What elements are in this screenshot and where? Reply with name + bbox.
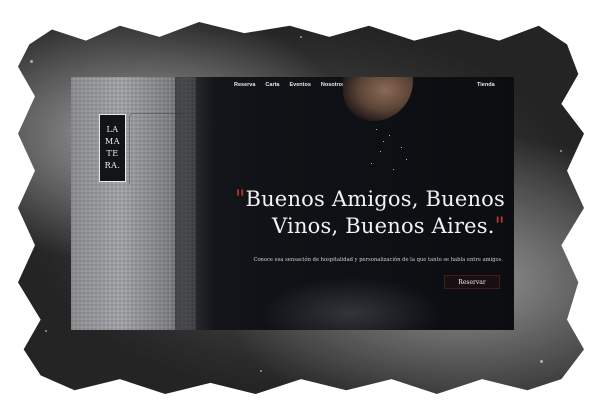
salt-grain: [401, 147, 402, 148]
headline-line-1: Buenos Amigos, Buenos: [245, 187, 505, 211]
nav-item-carta[interactable]: Carta: [265, 82, 279, 88]
salt-grain: [406, 159, 407, 160]
salt-grain: [393, 169, 394, 170]
salt-grain: [380, 151, 381, 152]
grunge-speck: [300, 36, 302, 38]
salt-grain: [383, 141, 384, 142]
smoke-effect: [261, 277, 441, 330]
grunge-speck: [30, 60, 33, 63]
hero-subtitle: Conoce esa sensación de hospitalidad y p…: [253, 257, 503, 263]
headline-line-2: Vinos, Buenos Aires.: [272, 214, 495, 238]
hand-sprinkling-salt: [343, 77, 413, 121]
nav-item-eventos[interactable]: Eventos: [289, 82, 310, 88]
reservar-button[interactable]: Reservar: [444, 275, 500, 289]
grunge-speck: [260, 370, 262, 372]
grunge-speck: [540, 360, 543, 363]
salt-grain: [389, 135, 390, 136]
brand-logo[interactable]: LA MA TE RA.: [99, 114, 126, 182]
hero-headline: "Buenos Amigos, Buenos Vinos, Buenos Air…: [175, 186, 505, 240]
salt-grain: [371, 163, 372, 164]
website-screen: LA MA TE RA. Reserva Carta Eventos Nosot…: [71, 77, 514, 330]
logo-line: TE: [106, 149, 119, 158]
nav-item-reserva[interactable]: Reserva: [234, 82, 255, 88]
grunge-speck: [560, 150, 562, 152]
logo-line: RA.: [104, 161, 121, 170]
nav-item-nosotros[interactable]: Nosotros: [321, 82, 345, 88]
main-nav: Reserva Carta Eventos Nosotros: [234, 82, 345, 88]
logo-line: LA: [106, 125, 119, 134]
salt-grain: [376, 129, 377, 130]
logo-line: MA: [105, 137, 120, 146]
mockup-frame: LA MA TE RA. Reserva Carta Eventos Nosot…: [0, 0, 602, 415]
quote-close: ": [494, 214, 505, 239]
nav-item-tienda[interactable]: Tienda: [477, 82, 495, 88]
apron-pocket: [129, 113, 182, 184]
grunge-speck: [45, 330, 47, 332]
quote-open: ": [235, 187, 246, 212]
